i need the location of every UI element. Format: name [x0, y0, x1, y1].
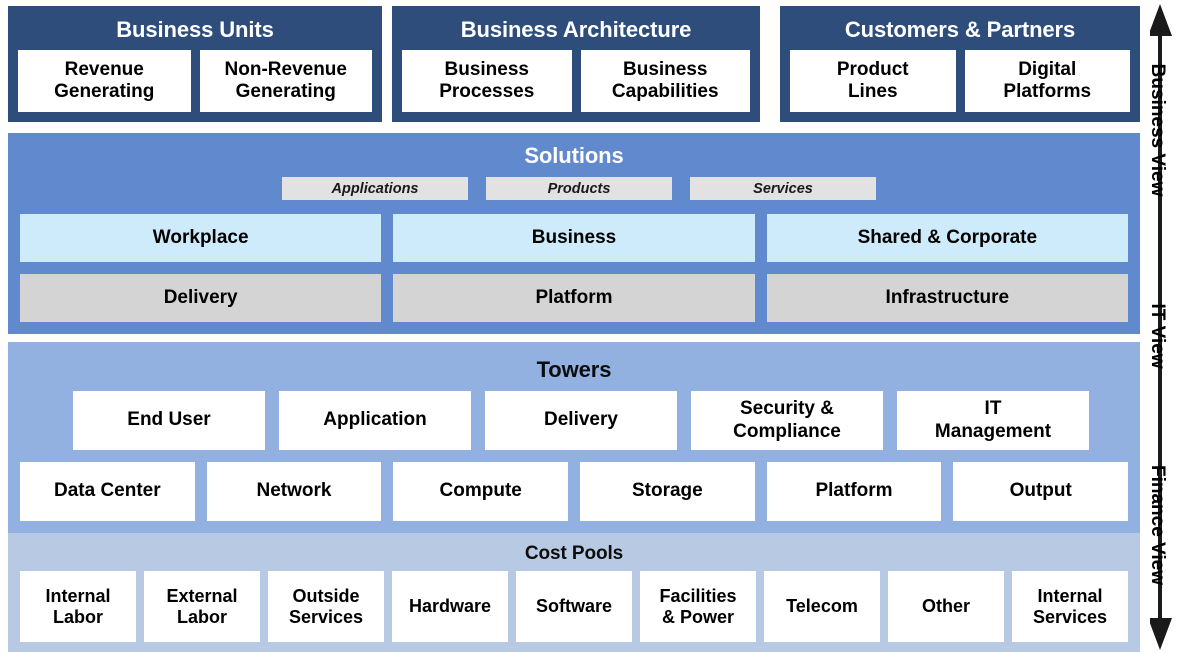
tower-it-management[interactable]: IT Management [897, 391, 1089, 450]
towers-panel: Towers End User Application Delivery Sec… [8, 342, 1140, 533]
tower-output[interactable]: Output [953, 462, 1129, 521]
axis-label-it-view: IT View [1147, 303, 1168, 369]
cell-infrastructure[interactable]: Infrastructure [766, 274, 1128, 322]
box-digital-platforms[interactable]: Digital Platforms [964, 50, 1130, 112]
tower-data-center[interactable]: Data Center [20, 462, 195, 521]
costpool-telecom[interactable]: Telecom [764, 571, 880, 642]
box-non-revenue-generating[interactable]: Non-Revenue Generating [199, 50, 372, 112]
customers-partners-title: Customers & Partners [844, 17, 1076, 42]
towers-title: Towers [536, 357, 612, 382]
costpool-software[interactable]: Software [516, 571, 632, 642]
costpool-facilities-power[interactable]: Facilities & Power [640, 571, 756, 642]
costpool-outside-services[interactable]: Outside Services [268, 571, 384, 642]
business-units-panel: Business Units Revenue Generating Non-Rev… [8, 6, 382, 122]
towers-lower-row: Data Center Network Compute Storage Plat… [20, 462, 1129, 521]
costpool-other[interactable]: Other [888, 571, 1004, 642]
solutions-lower-row: Delivery Platform Infrastructure [20, 274, 1128, 322]
costpool-external-labor[interactable]: External Labor [144, 571, 260, 642]
box-revenue-generating[interactable]: Revenue Generating [18, 50, 191, 112]
costpool-internal-labor[interactable]: Internal Labor [20, 571, 136, 642]
customers-partners-panel: Customers & Partners Product Lines Digita… [780, 6, 1140, 122]
box-business-capabilities[interactable]: Business Capabilities [580, 50, 750, 112]
axis-label-finance-view: Finance View [1147, 464, 1168, 586]
tag-applications[interactable]: Applications [282, 177, 468, 200]
business-architecture-boxes: Business Processes Business Capabilities [402, 50, 750, 112]
tower-security-compliance[interactable]: Security & Compliance [691, 391, 883, 450]
tower-delivery[interactable]: Delivery [485, 391, 677, 450]
tower-application[interactable]: Application [279, 391, 471, 450]
solutions-panel: Solutions Applications Products Services… [8, 133, 1140, 334]
cell-business[interactable]: Business [393, 214, 755, 262]
costpool-hardware[interactable]: Hardware [392, 571, 508, 642]
cost-pools-title: Cost Pools [524, 543, 624, 564]
cell-shared-corporate[interactable]: Shared & Corporate [766, 214, 1128, 262]
tag-services[interactable]: Services [690, 177, 876, 200]
tag-products[interactable]: Products [486, 177, 672, 200]
costpool-internal-services[interactable]: Internal Services [1012, 571, 1128, 642]
box-product-lines[interactable]: Product Lines [790, 50, 956, 112]
axis-label-business-view: Business View [1147, 63, 1168, 197]
tower-compute[interactable]: Compute [393, 462, 569, 521]
solutions-tags: Applications Products Services [282, 177, 876, 200]
solutions-title: Solutions [524, 143, 624, 168]
tower-platform[interactable]: Platform [766, 462, 942, 521]
tower-storage[interactable]: Storage [580, 462, 755, 521]
solutions-upper-row: Workplace Business Shared & Corporate [20, 214, 1128, 262]
cell-workplace[interactable]: Workplace [20, 214, 382, 262]
business-units-title: Business Units [116, 17, 274, 42]
cell-platform[interactable]: Platform [393, 274, 755, 322]
tbm-taxonomy-diagram: Business Units Revenue Generating Non-Rev… [0, 0, 1200, 654]
cost-pools-row: Internal Labor External Labor Outside Servi… [20, 571, 1128, 642]
cell-delivery[interactable]: Delivery [20, 274, 382, 322]
tower-network[interactable]: Network [206, 462, 382, 521]
cost-pools-panel: Cost Pools Internal Labor External Labor O… [8, 533, 1140, 652]
business-architecture-title: Business Architecture [460, 17, 692, 42]
tower-end-user[interactable]: End User [73, 391, 265, 450]
business-units-boxes: Revenue Generating Non-Revenue Generating [18, 50, 372, 112]
towers-upper-row: End User Application Delivery Security &… [73, 391, 1089, 450]
box-business-processes[interactable]: Business Processes [402, 50, 572, 112]
customers-partners-boxes: Product Lines Digital Platforms [790, 50, 1130, 112]
business-architecture-panel: Business Architecture Business Processes … [392, 6, 760, 122]
